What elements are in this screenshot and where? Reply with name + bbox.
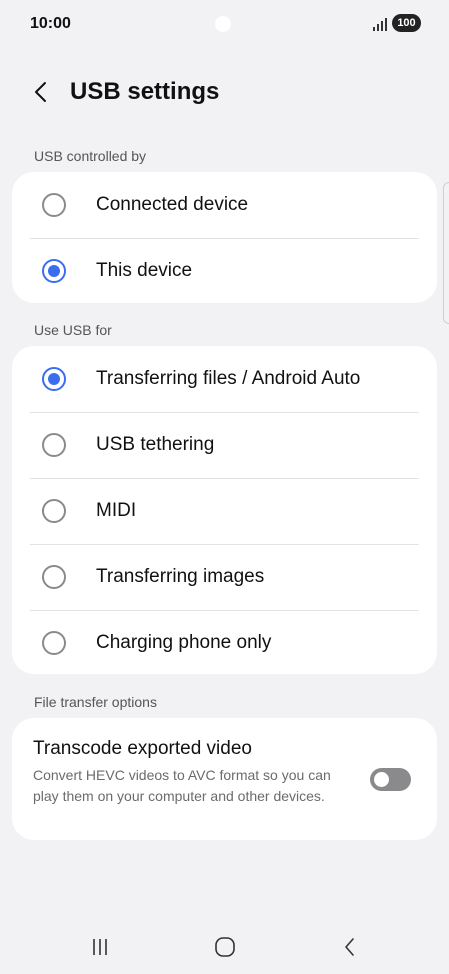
section-heading-file-transfer-options: File transfer options bbox=[34, 694, 157, 710]
signal-bars-icon bbox=[373, 18, 387, 31]
back-button[interactable] bbox=[28, 78, 54, 106]
section-heading-usb-controlled-by: USB controlled by bbox=[34, 148, 147, 164]
radio-this-device[interactable] bbox=[42, 259, 66, 283]
chevron-left-icon bbox=[35, 82, 46, 102]
home-button[interactable] bbox=[205, 932, 245, 962]
back-icon bbox=[345, 938, 354, 956]
transcode-title: Transcode exported video bbox=[33, 738, 252, 759]
transcode-description: Convert HEVC videos to AVC format so you… bbox=[33, 767, 331, 804]
radio-charging-phone-only[interactable] bbox=[42, 631, 66, 655]
option-connected-device[interactable]: Connected device bbox=[12, 172, 437, 238]
toggle-knob bbox=[374, 772, 389, 787]
option-label: MIDI bbox=[96, 500, 137, 521]
transcode-toggle[interactable] bbox=[370, 768, 411, 791]
camera-cutout bbox=[215, 16, 231, 32]
usb-controlled-by-card: Connected device This device bbox=[12, 172, 437, 303]
option-label: Connected device bbox=[96, 194, 249, 215]
app-header: USB settings bbox=[0, 68, 449, 116]
option-label: Transferring files / Android Auto bbox=[96, 368, 361, 389]
option-label: USB tethering bbox=[96, 434, 215, 455]
radio-transferring-images[interactable] bbox=[42, 565, 66, 589]
page-title: USB settings bbox=[70, 78, 220, 105]
recents-button[interactable] bbox=[80, 932, 120, 962]
status-bar: 10:00 100 bbox=[0, 0, 449, 48]
radio-midi[interactable] bbox=[42, 499, 66, 523]
option-label: This device bbox=[96, 260, 193, 281]
option-this-device[interactable]: This device bbox=[12, 238, 437, 304]
home-icon bbox=[215, 937, 235, 957]
radio-connected-device[interactable] bbox=[42, 193, 66, 217]
section-heading-use-usb-for: Use USB for bbox=[34, 322, 112, 338]
radio-usb-tethering[interactable] bbox=[42, 433, 66, 457]
scrollbar[interactable] bbox=[443, 182, 449, 324]
option-label: Transferring images bbox=[96, 566, 265, 587]
status-time: 10:00 bbox=[30, 15, 71, 32]
radio-transferring-files[interactable] bbox=[42, 367, 66, 391]
recents-icon bbox=[93, 939, 107, 955]
option-midi[interactable]: MIDI bbox=[12, 478, 437, 544]
option-transferring-images[interactable]: Transferring images bbox=[12, 544, 437, 610]
option-label: Charging phone only bbox=[96, 632, 272, 653]
navigation-bar bbox=[0, 920, 449, 974]
option-charging-phone-only[interactable]: Charging phone only bbox=[12, 610, 437, 676]
battery-level: 100 bbox=[392, 14, 421, 32]
nav-back-button[interactable] bbox=[330, 932, 370, 962]
use-usb-for-card: Transferring files / Android Auto USB te… bbox=[12, 346, 437, 674]
option-transferring-files[interactable]: Transferring files / Android Auto bbox=[12, 346, 437, 412]
file-transfer-options-card[interactable]: Transcode exported video Convert HEVC vi… bbox=[12, 718, 437, 840]
option-usb-tethering[interactable]: USB tethering bbox=[12, 412, 437, 478]
